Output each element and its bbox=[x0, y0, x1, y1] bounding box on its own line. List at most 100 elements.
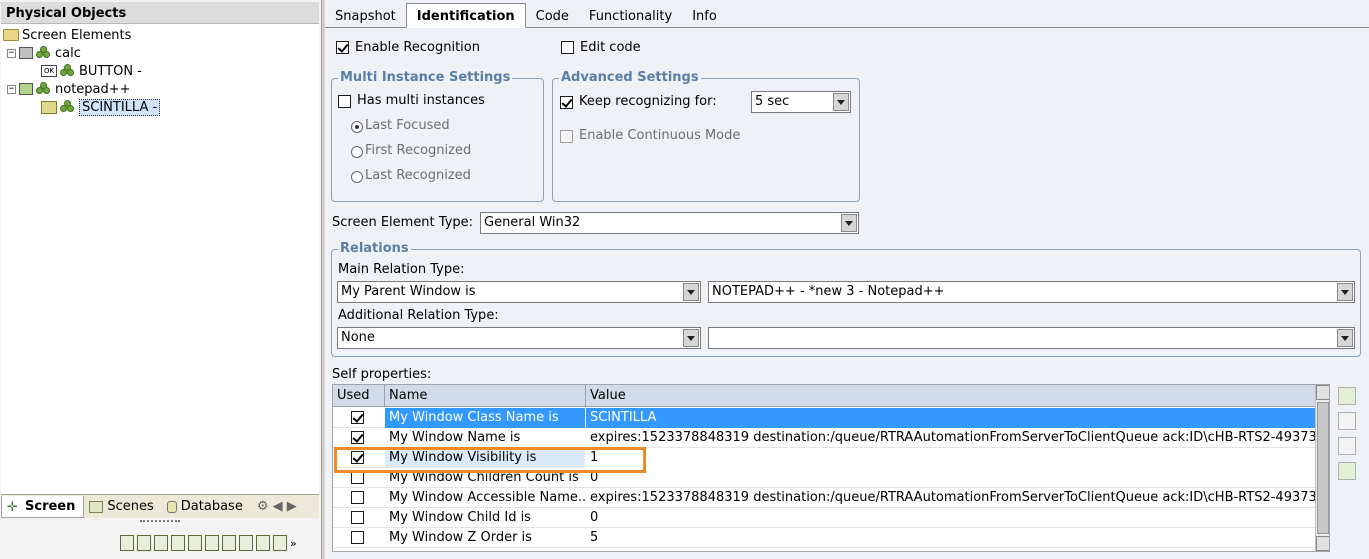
edit-code-checkbox[interactable] bbox=[561, 41, 574, 54]
last-recognized-label: Last Recognized bbox=[365, 168, 471, 183]
additional-relation-label: Additional Relation Type: bbox=[338, 308, 499, 323]
keep-recognizing-label: Keep recognizing for: bbox=[579, 94, 717, 109]
used-checkbox[interactable] bbox=[351, 491, 364, 504]
property-name: My Window Class Name is bbox=[385, 408, 585, 428]
table-row[interactable]: My Window Name is expires:1523378848319 … bbox=[333, 428, 1315, 448]
chevron-more-icon[interactable]: » bbox=[290, 537, 297, 550]
group-icon bbox=[36, 46, 52, 60]
table-row[interactable]: My Window Z Order is 5 bbox=[333, 528, 1315, 548]
property-name: My Window Z Order is bbox=[389, 530, 532, 545]
property-name: My Window Name is bbox=[389, 430, 521, 445]
tab-identification[interactable]: Identification bbox=[405, 3, 526, 28]
column-header-used[interactable]: Used bbox=[333, 385, 385, 407]
vertical-scrollbar[interactable] bbox=[1315, 385, 1329, 551]
main-relation-target-select[interactable]: NOTEPAD++ - *new 3 - Notepad++ bbox=[708, 281, 1355, 303]
group-tool-icon[interactable] bbox=[120, 535, 134, 551]
enable-recognition-checkbox[interactable] bbox=[336, 41, 349, 54]
keep-recognizing-checkbox[interactable] bbox=[560, 96, 573, 109]
object-toolbar: » bbox=[120, 530, 320, 556]
page-tool-icon[interactable] bbox=[222, 535, 236, 551]
tab-snapshot[interactable]: Snapshot bbox=[325, 4, 406, 27]
property-value[interactable]: expires:1523378848319 destination:/queue… bbox=[586, 428, 1315, 448]
tree-node-calc[interactable]: − calc bbox=[7, 44, 81, 62]
tree-node-scintilla[interactable]: SCINTILLA - bbox=[41, 98, 161, 116]
tab-database[interactable]: Database bbox=[162, 496, 251, 518]
collapse-toggle-icon[interactable]: − bbox=[7, 48, 16, 58]
main-relation-type-select[interactable]: My Parent Window is bbox=[337, 281, 701, 303]
scroll-down-icon[interactable] bbox=[1316, 536, 1329, 551]
panel-title: Physical Objects bbox=[1, 2, 319, 24]
copy-tool-icon[interactable] bbox=[137, 535, 151, 551]
chevron-down-icon[interactable] bbox=[833, 93, 849, 111]
chevron-down-icon[interactable] bbox=[683, 329, 699, 347]
scroll-up-icon[interactable] bbox=[1316, 385, 1329, 400]
has-multi-instances-checkbox[interactable] bbox=[338, 95, 351, 108]
move-up-icon[interactable] bbox=[1338, 437, 1356, 455]
collapse-toggle-icon[interactable]: − bbox=[7, 84, 16, 94]
chevron-down-icon[interactable] bbox=[683, 283, 699, 301]
used-checkbox[interactable] bbox=[351, 431, 364, 444]
tree-node-button[interactable]: OK BUTTON - bbox=[41, 62, 142, 80]
used-checkbox[interactable] bbox=[351, 531, 364, 544]
table-row[interactable]: My Window Class Name is SCINTILLA bbox=[333, 408, 1315, 428]
group-icon bbox=[60, 64, 76, 78]
property-value[interactable]: expires:1523378848319 destination:/queue… bbox=[586, 488, 1315, 508]
physical-objects-panel: Physical Objects Screen Elements − calc … bbox=[0, 0, 322, 559]
group-icon bbox=[36, 82, 52, 96]
edit-code-label: Edit code bbox=[580, 40, 641, 55]
additional-relation-target-select[interactable] bbox=[708, 327, 1355, 349]
property-value[interactable]: 0 bbox=[586, 468, 1315, 488]
tab-screen[interactable]: ✛ Screen bbox=[1, 495, 85, 518]
tree-node-label: BUTTON - bbox=[79, 63, 142, 79]
sort-tool-icon[interactable] bbox=[239, 535, 253, 551]
window-element-icon bbox=[41, 100, 57, 114]
list-tool-icon[interactable] bbox=[256, 535, 270, 551]
first-recognized-radio[interactable] bbox=[351, 146, 363, 158]
table-row[interactable]: My Window Accessible Name... expires:152… bbox=[333, 488, 1315, 508]
property-value[interactable]: SCINTILLA bbox=[586, 408, 1315, 428]
last-focused-radio[interactable] bbox=[351, 121, 363, 133]
tab-functionality[interactable]: Functionality bbox=[579, 4, 682, 27]
tab-scenes[interactable]: Scenes bbox=[84, 496, 161, 518]
tab-info[interactable]: Info bbox=[682, 4, 727, 27]
tree-node-notepad[interactable]: − notepad++ bbox=[7, 80, 131, 98]
chevron-down-icon[interactable] bbox=[1337, 329, 1353, 347]
used-checkbox[interactable] bbox=[351, 411, 364, 424]
screen-element-type-select[interactable]: General Win32 bbox=[480, 212, 859, 234]
move-down-icon[interactable] bbox=[1338, 462, 1356, 480]
flag-tool-icon[interactable] bbox=[154, 535, 168, 551]
more-tabs-icon[interactable]: ⚙ ◀ ▶ bbox=[257, 499, 297, 514]
bottom-tabs: ✛ Screen Scenes Database ⚙ ◀ ▶ bbox=[1, 494, 319, 518]
tab-label: Database bbox=[180, 499, 243, 514]
tab-code[interactable]: Code bbox=[526, 4, 579, 27]
additional-relation-type-select[interactable]: None bbox=[337, 327, 701, 349]
delete-icon[interactable] bbox=[1338, 412, 1356, 430]
monitor-tool-icon[interactable] bbox=[205, 535, 219, 551]
property-value[interactable]: 0 bbox=[586, 508, 1315, 528]
column-header-name[interactable]: Name bbox=[385, 385, 586, 407]
chevron-down-icon[interactable] bbox=[841, 214, 857, 232]
scroll-thumb[interactable] bbox=[1317, 402, 1329, 534]
group-title: Advanced Settings bbox=[559, 70, 701, 85]
column-header-value[interactable]: Value bbox=[586, 385, 1315, 407]
property-value[interactable]: 1 bbox=[586, 448, 1315, 468]
chevron-down-icon[interactable] bbox=[1337, 283, 1353, 301]
properties-panel: Snapshot Identification Code Functionali… bbox=[325, 0, 1369, 559]
screen-element-type-label: Screen Element Type: bbox=[332, 215, 474, 230]
used-checkbox[interactable] bbox=[351, 511, 364, 524]
main-relation-target-value: NOTEPAD++ - *new 3 - Notepad++ bbox=[712, 284, 945, 299]
property-value[interactable]: 5 bbox=[586, 528, 1315, 548]
last-recognized-radio[interactable] bbox=[351, 171, 363, 183]
tree-node-label: calc bbox=[55, 45, 81, 61]
continuous-mode-checkbox[interactable] bbox=[560, 130, 573, 143]
tree-node-screen-elements[interactable]: Screen Elements bbox=[3, 26, 131, 44]
database-icon bbox=[166, 500, 177, 513]
panel-tool-icon[interactable] bbox=[273, 535, 287, 551]
window-tool-icon[interactable] bbox=[188, 535, 202, 551]
table-row[interactable]: My Window Child Id is 0 bbox=[333, 508, 1315, 528]
add-property-icon[interactable] bbox=[1338, 387, 1356, 405]
duration-select[interactable]: 5 sec bbox=[751, 91, 851, 113]
filter-tool-icon[interactable] bbox=[171, 535, 185, 551]
splitter-grip[interactable] bbox=[140, 520, 180, 524]
main-relation-label: Main Relation Type: bbox=[338, 262, 465, 277]
